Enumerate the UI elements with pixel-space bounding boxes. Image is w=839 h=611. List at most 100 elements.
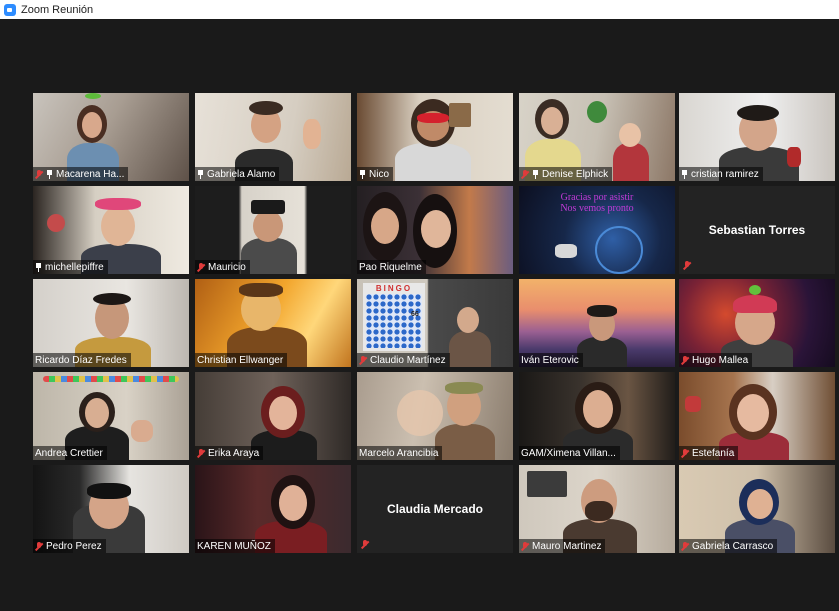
participant-tile[interactable]: Iván Eterovic: [519, 279, 675, 367]
participant-tile[interactable]: Christian Ellwanger: [195, 279, 351, 367]
muted-microphone-icon: [197, 448, 205, 458]
camera-off-name: Claudia Mercado: [357, 465, 513, 553]
participant-tile[interactable]: Marcelo Arancibia: [357, 372, 513, 460]
participant-tile[interactable]: Hugo Mallea: [679, 279, 835, 367]
participant-name: Gabriela Alamo: [207, 168, 276, 180]
participant-name-bar: Macarena Ha...: [33, 167, 129, 181]
slide-message: Gracias por asistir Nos vemos pronto: [519, 192, 675, 214]
participant-tile[interactable]: Claudia Mercado: [357, 465, 513, 553]
muted-microphone-icon: [35, 541, 43, 551]
window-title-bar: Zoom Reunión: [0, 0, 839, 19]
pin-icon: [46, 169, 53, 179]
participant-name-bar: Mauro Martinez: [519, 539, 606, 553]
shared-screen: Gracias por asistir Nos vemos pronto: [519, 186, 675, 274]
participant-name: cristian ramirez: [691, 168, 759, 180]
participant-name: Mauricio: [208, 261, 246, 273]
participant-name: Pedro Perez: [46, 540, 102, 552]
participant-name-bar: Pedro Perez: [33, 539, 106, 553]
participant-tile[interactable]: Pao Riquelme: [357, 186, 513, 274]
window-title: Zoom Reunión: [21, 3, 94, 16]
pin-icon: [197, 169, 204, 179]
bingo-grid: [366, 294, 422, 348]
slide-line-2: Nos vemos pronto: [560, 203, 634, 214]
muted-microphone-icon: [681, 355, 689, 365]
muted-microphone-icon: [683, 261, 691, 270]
participant-name: Denise Elphick: [542, 168, 609, 180]
participant-name-bar: Erika Araya: [195, 446, 264, 460]
participant-name: michellepiffre: [45, 261, 104, 273]
participant-tile-active-speaker[interactable]: Nico: [357, 93, 513, 181]
participant-tile[interactable]: GAM/Ximena Villan...: [519, 372, 675, 460]
participant-tile[interactable]: Mauricio: [195, 186, 351, 274]
slide-line-1: Gracias por asistir: [560, 192, 634, 203]
participant-name-bar: Claudio Martínez: [357, 353, 450, 367]
participant-name: Pao Riquelme: [359, 261, 422, 273]
participant-name-bar: Pao Riquelme: [357, 260, 426, 274]
participant-name-bar: Nico: [357, 167, 394, 181]
muted-microphone-icon: [681, 448, 689, 458]
zoom-app-icon: [4, 3, 16, 16]
gallery-view: Macarena Ha... Gabriela Alamo Nico Denis…: [8, 19, 839, 611]
participant-name-bar: Iván Eterovic: [519, 353, 583, 367]
participant-tile[interactable]: Erika Araya: [195, 372, 351, 460]
participant-name: Estefanía: [692, 447, 735, 459]
participant-name: Andrea Crettier: [35, 447, 103, 459]
participant-name: Gabriela Carrasco: [692, 540, 774, 552]
participant-name: Iván Eterovic: [521, 354, 579, 366]
participant-tile[interactable]: Andrea Crettier: [33, 372, 189, 460]
participant-name-bar: Christian Ellwanger: [195, 353, 288, 367]
muted-microphone-icon: [521, 169, 529, 179]
participant-name-bar: Denise Elphick: [519, 167, 613, 181]
pin-icon: [35, 262, 42, 272]
participant-tile[interactable]: Mauro Martinez: [519, 465, 675, 553]
participant-name: Erika Araya: [208, 447, 260, 459]
participant-name-bar: cristian ramirez: [679, 167, 763, 181]
participant-name-bar: Gabriela Carrasco: [679, 539, 778, 553]
participant-tile[interactable]: michellepiffre: [33, 186, 189, 274]
participant-name: GAM/Ximena Villan...: [521, 447, 616, 459]
participant-tile-screen[interactable]: Gracias por asistir Nos vemos pronto: [519, 186, 675, 274]
pin-icon: [532, 169, 539, 179]
participant-name-bar: michellepiffre: [33, 260, 108, 274]
participant-tile[interactable]: BINGO 66 Claudio Martínez: [357, 279, 513, 367]
participant-name-bar: Gabriela Alamo: [195, 167, 280, 181]
participant-name-bar: Andrea Crettier: [33, 446, 107, 460]
participant-name: Mauro Martinez: [532, 540, 602, 552]
pin-icon: [681, 169, 688, 179]
participant-name-bar: Estefanía: [679, 446, 739, 460]
muted-microphone-icon: [359, 355, 367, 365]
participant-tile[interactable]: KAREN MUÑOZ: [195, 465, 351, 553]
bingo-number: 66: [411, 311, 419, 318]
participant-tile[interactable]: Pedro Perez: [33, 465, 189, 553]
bingo-title: BINGO: [375, 284, 413, 293]
participant-name-bar: GAM/Ximena Villan...: [519, 446, 620, 460]
participant-name: Macarena Ha...: [56, 168, 125, 180]
participant-name: Nico: [369, 168, 390, 180]
muted-microphone-icon: [197, 262, 205, 272]
muted-microphone-icon: [361, 540, 369, 549]
participant-name-bar: Mauricio: [195, 260, 250, 274]
participant-name-bar: KAREN MUÑOZ: [195, 539, 275, 553]
participant-tile[interactable]: Sebastian Torres: [679, 186, 835, 274]
participant-name-bar: Marcelo Arancibia: [357, 446, 443, 460]
participant-name: Ricardo Díaz Fredes: [35, 354, 127, 366]
pin-icon: [359, 169, 366, 179]
muted-microphone-icon: [681, 541, 689, 551]
participant-tile[interactable]: Gabriela Alamo: [195, 93, 351, 181]
participant-tile[interactable]: Gabriela Carrasco: [679, 465, 835, 553]
participant-name: Claudio Martínez: [370, 354, 446, 366]
participant-name: Hugo Mallea: [692, 354, 749, 366]
bingo-board: BINGO 66: [363, 283, 425, 351]
camera-off-name: Sebastian Torres: [679, 186, 835, 274]
participant-tile[interactable]: Estefanía: [679, 372, 835, 460]
participant-name: Marcelo Arancibia: [359, 447, 439, 459]
participant-tile[interactable]: Denise Elphick: [519, 93, 675, 181]
participant-name-bar: Hugo Mallea: [679, 353, 753, 367]
participant-name: Christian Ellwanger: [197, 354, 284, 366]
participant-name-bar: Ricardo Díaz Fredes: [33, 353, 131, 367]
participant-tile[interactable]: cristian ramirez: [679, 93, 835, 181]
participant-tile[interactable]: Macarena Ha...: [33, 93, 189, 181]
muted-microphone-icon: [35, 169, 43, 179]
muted-microphone-icon: [521, 541, 529, 551]
participant-tile[interactable]: Ricardo Díaz Fredes: [33, 279, 189, 367]
